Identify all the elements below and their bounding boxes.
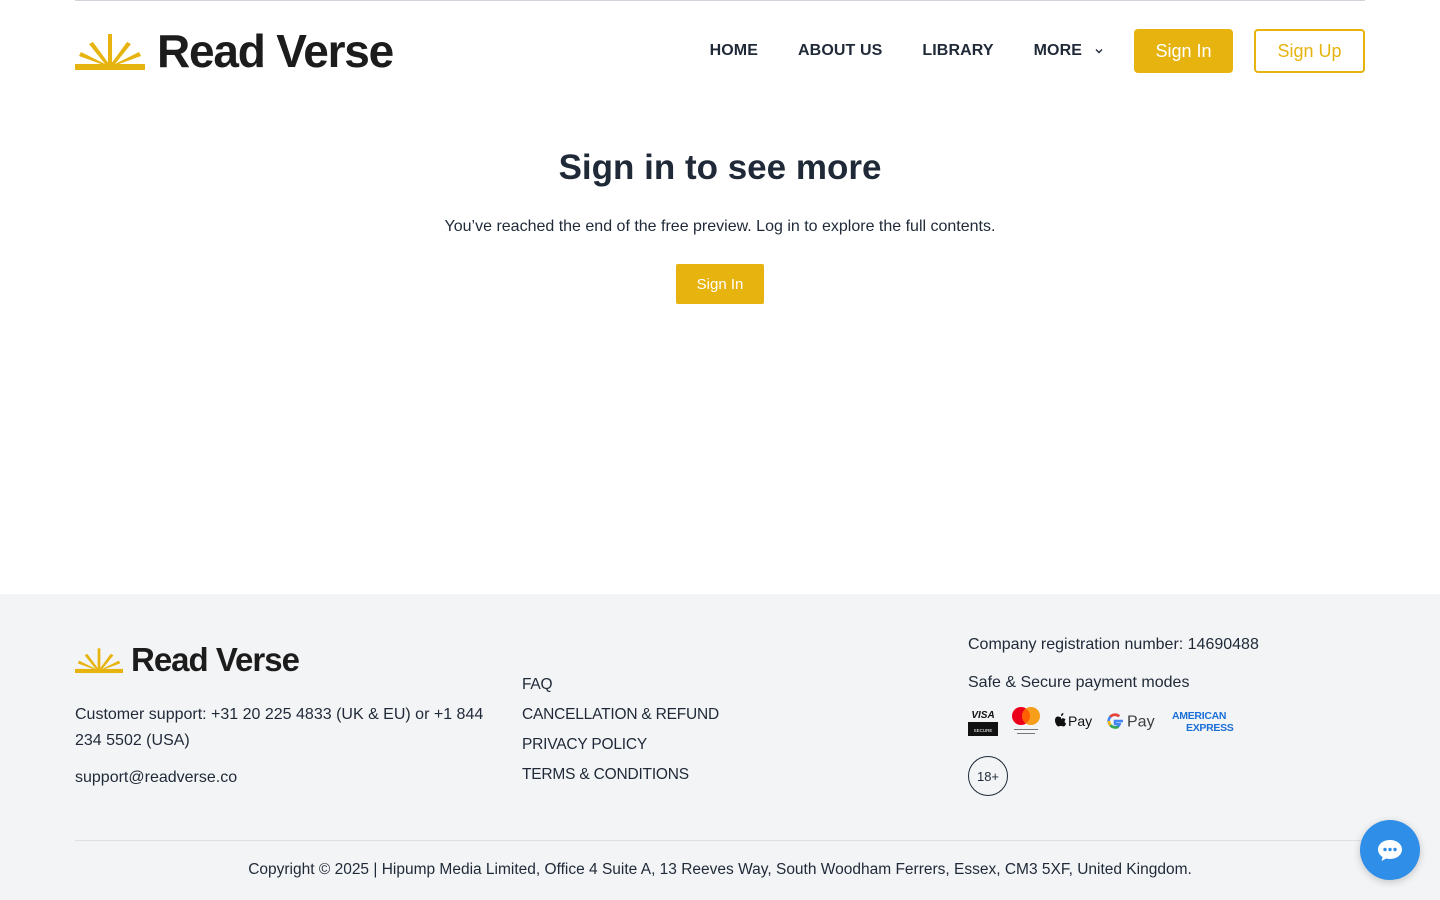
- customer-support-text: Customer support: +31 20 225 4833 (UK & …: [75, 706, 484, 749]
- svg-text:Pay: Pay: [1068, 713, 1092, 729]
- sign-in-button[interactable]: Sign In: [676, 264, 764, 304]
- logo-text: Read Verse: [157, 25, 394, 77]
- chat-widget-button[interactable]: [1360, 820, 1420, 880]
- footer-link-cancellation-refund[interactable]: CANCELLATION & REFUND: [522, 700, 719, 730]
- nav-library[interactable]: LIBRARY: [922, 29, 993, 73]
- svg-text:Pay: Pay: [1127, 714, 1155, 731]
- support-email-link[interactable]: support@readverse.co: [75, 766, 237, 790]
- svg-text:AMERICAN: AMERICAN: [1172, 710, 1226, 722]
- nav-about-us[interactable]: ABOUT US: [798, 29, 882, 73]
- page-title: Sign in to see more: [558, 148, 882, 187]
- apple-pay-icon: Pay: [1054, 711, 1094, 731]
- footer-divider: [75, 840, 1365, 841]
- svg-text:SECURE: SECURE: [974, 728, 993, 733]
- site-header: Read Verse HOME ABOUT US LIBRARY MORE Si…: [0, 0, 1440, 102]
- footer-logo-text: Read Verse: [131, 641, 300, 678]
- site-footer: Read Verse Customer support: +31 20 225 …: [0, 594, 1440, 900]
- copyright-text: Copyright © 2025 | Hipump Media Limited,…: [248, 861, 1192, 878]
- footer-contact: Read Verse Customer support: +31 20 225 …: [75, 642, 495, 790]
- footer-link-terms-conditions[interactable]: TERMS & CONDITIONS: [522, 760, 719, 790]
- footer-link-faq[interactable]: FAQ: [522, 670, 719, 700]
- footer-link-privacy-policy[interactable]: PRIVACY POLICY: [522, 730, 719, 760]
- paywall-section: Sign in to see more You’ve reached the e…: [0, 140, 1440, 304]
- company-registration: Company registration number: 14690488: [968, 636, 1259, 653]
- payment-modes-title: Safe & Secure payment modes: [968, 674, 1190, 691]
- sunburst-logo-icon: [75, 648, 123, 674]
- logo-link[interactable]: Read Verse: [75, 25, 394, 77]
- american-express-icon: AMERICAN EXPRESS: [1170, 707, 1234, 735]
- sunburst-logo-icon: [75, 34, 145, 70]
- age-restriction-badge: 18+: [968, 756, 1008, 796]
- preview-message: You’ve reached the end of the free previ…: [444, 218, 996, 235]
- header-sign-up-button[interactable]: Sign Up: [1254, 29, 1365, 73]
- mastercard-id-check-icon: [1010, 705, 1042, 737]
- svg-text:EXPRESS: EXPRESS: [1186, 722, 1234, 734]
- nav-more-dropdown[interactable]: MORE: [1034, 29, 1104, 73]
- visa-secure-icon: VISA SECURE: [968, 705, 998, 737]
- payment-icons: VISA SECURE Pay Pay AMERICAN EXPRESS: [968, 703, 1368, 739]
- svg-text:VISA: VISA: [971, 710, 994, 721]
- chevron-down-icon: [1095, 49, 1103, 54]
- chat-bubble-icon: [1378, 840, 1402, 861]
- footer-company-info: Company registration number: 14690488 Sa…: [968, 633, 1368, 796]
- footer-logo-link[interactable]: Read Verse: [75, 642, 495, 678]
- header-sign-in-button[interactable]: Sign In: [1134, 29, 1233, 73]
- google-pay-icon: Pay: [1106, 710, 1158, 732]
- nav-home[interactable]: HOME: [710, 29, 758, 73]
- main-nav: HOME ABOUT US LIBRARY MORE Sign In Sign …: [710, 29, 1365, 73]
- footer-links: FAQ CANCELLATION & REFUND PRIVACY POLICY…: [522, 670, 719, 790]
- nav-more-label: MORE: [1033, 42, 1082, 59]
